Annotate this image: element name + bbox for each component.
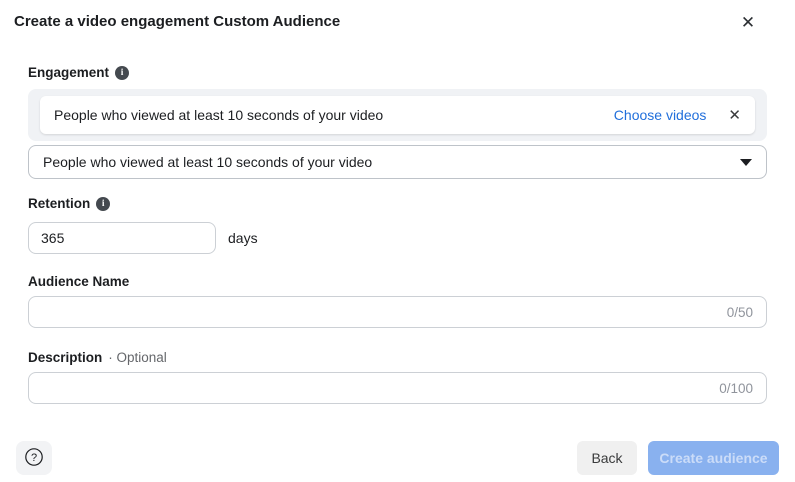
description-label: Description · Optional <box>28 350 167 365</box>
audience-name-label: Audience Name <box>28 274 130 289</box>
engagement-label: Engagement i <box>28 65 130 80</box>
chevron-down-icon <box>740 158 752 166</box>
engagement-selected-row: People who viewed at least 10 seconds of… <box>40 96 755 134</box>
create-custom-audience-dialog: Create a video engagement Custom Audienc… <box>0 0 795 482</box>
retention-unit-label: days <box>228 230 258 246</box>
engagement-dropdown-value: People who viewed at least 10 seconds of… <box>43 154 373 170</box>
info-icon[interactable]: i <box>96 196 111 211</box>
remove-engagement-icon[interactable]: ✕ <box>728 108 741 123</box>
retention-label: Retention i <box>28 196 111 211</box>
audience-name-counter: 0/50 <box>726 305 753 320</box>
svg-text:?: ? <box>31 452 37 464</box>
help-button[interactable]: ? <box>16 441 52 475</box>
description-input[interactable] <box>28 372 767 404</box>
retention-days-input[interactable] <box>28 222 216 254</box>
choose-videos-link[interactable]: Choose videos <box>614 107 707 123</box>
question-mark-icon: ? <box>24 447 44 470</box>
description-optional-label: · Optional <box>108 350 167 365</box>
dialog-title: Create a video engagement Custom Audienc… <box>14 13 341 30</box>
create-audience-button[interactable]: Create audience <box>648 441 779 475</box>
description-counter: 0/100 <box>719 381 753 396</box>
engagement-dropdown[interactable]: People who viewed at least 10 seconds of… <box>28 145 767 179</box>
engagement-row-text: People who viewed at least 10 seconds of… <box>54 107 384 123</box>
audience-name-input[interactable] <box>28 296 767 328</box>
engagement-group: People who viewed at least 10 seconds of… <box>28 89 767 141</box>
close-icon[interactable]: ✕ <box>736 10 760 34</box>
back-button[interactable]: Back <box>577 441 637 475</box>
info-icon[interactable]: i <box>115 65 130 80</box>
